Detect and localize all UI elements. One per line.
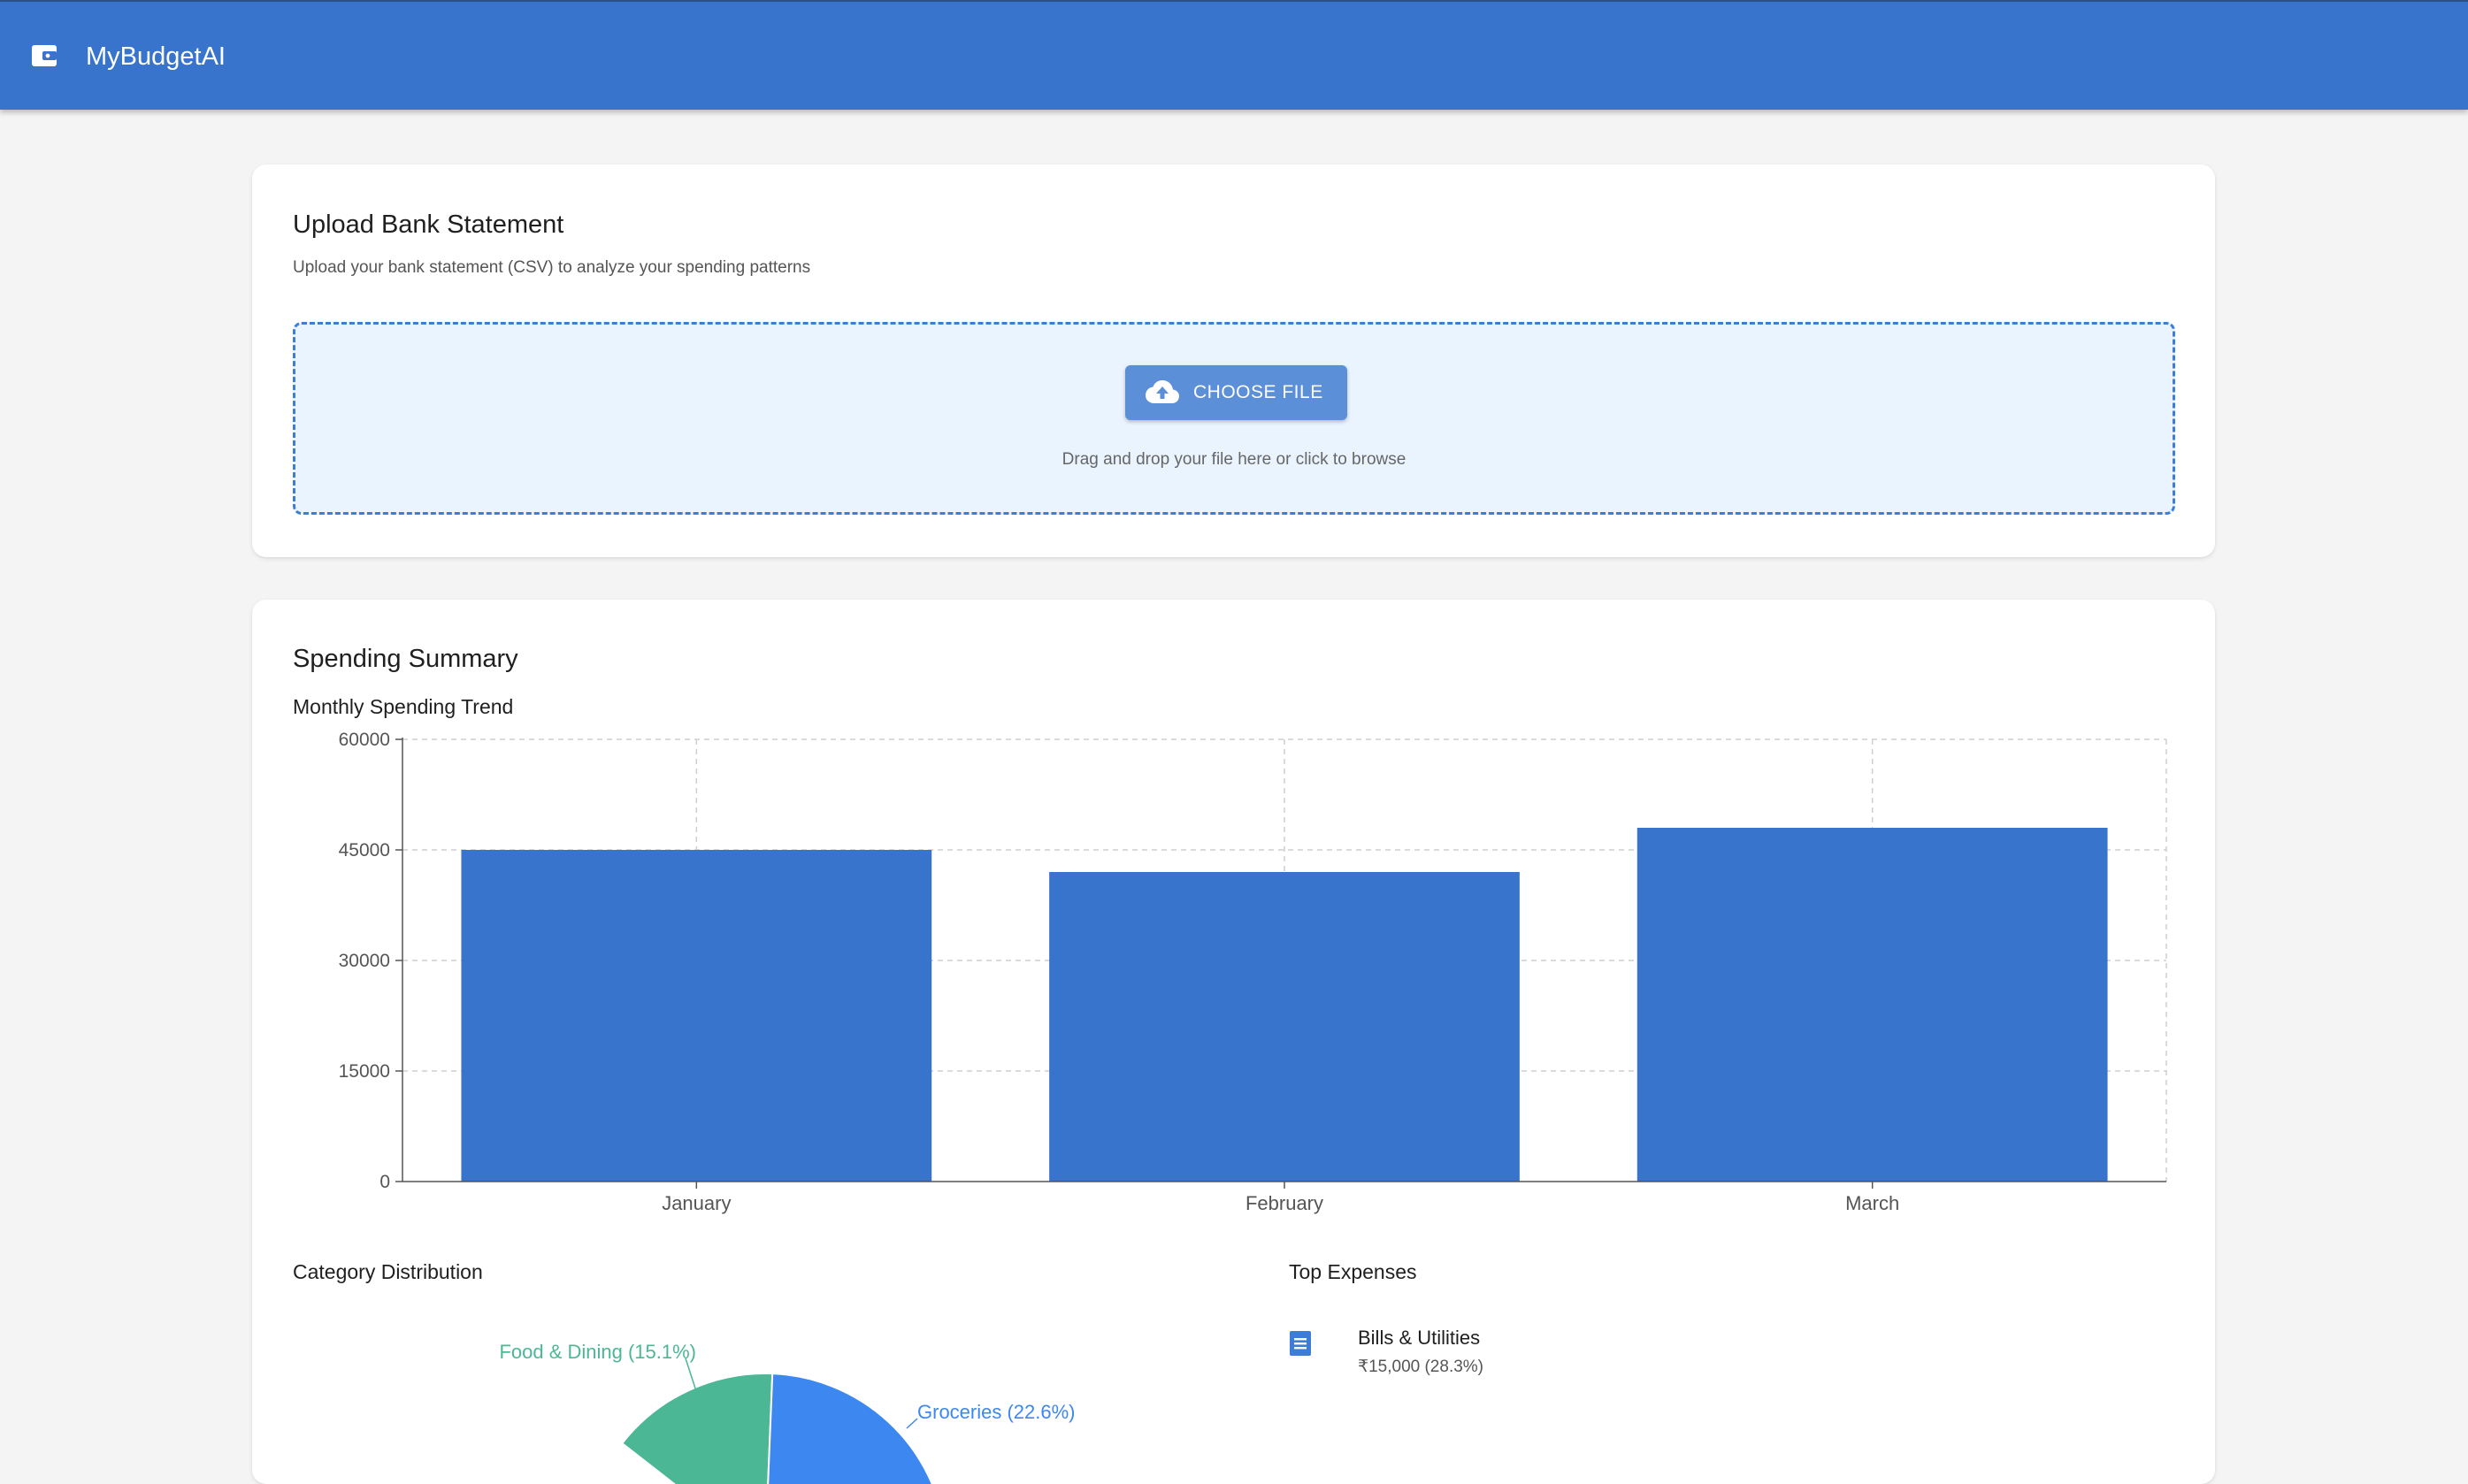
spending-summary-card: Spending Summary Monthly Spending Trend … xyxy=(252,600,2215,1484)
bar-february xyxy=(1049,872,1520,1182)
top-expense-item[interactable]: Bills & Utilities ₹15,000 (28.3%) xyxy=(1289,1327,1997,1388)
category-distribution-title: Category Distribution xyxy=(293,1260,483,1283)
wallet-icon[interactable] xyxy=(31,44,57,67)
pie-label-groceries: Groceries (22.6%) xyxy=(917,1401,1076,1423)
expense-amount: ₹15,000 (28.3%) xyxy=(1358,1358,1484,1376)
expense-name: Bills & Utilities xyxy=(1358,1327,1481,1349)
file-dropzone[interactable]: CHOOSE FILE Drag and drop your file here… xyxy=(293,322,2175,515)
bar-january xyxy=(461,850,932,1182)
x-tick-label: January xyxy=(662,1192,731,1214)
choose-file-label: CHOOSE FILE xyxy=(1193,382,1323,402)
y-tick-label: 60000 xyxy=(339,730,390,750)
y-tick-label: 45000 xyxy=(339,840,390,861)
bar-march xyxy=(1636,828,2108,1182)
choose-file-button[interactable]: CHOOSE FILE xyxy=(1125,365,1347,420)
app-title: MyBudgetAI xyxy=(86,42,226,71)
dropzone-hint: Drag and drop your file here or click to… xyxy=(1062,450,1406,469)
y-tick-label: 15000 xyxy=(339,1061,390,1082)
y-tick-label: 0 xyxy=(379,1172,390,1192)
receipt-icon xyxy=(1290,1331,1311,1356)
upload-subtitle: Upload your bank statement (CSV) to anal… xyxy=(293,258,811,277)
upload-card: Upload Bank Statement Upload your bank s… xyxy=(252,164,2215,557)
app-bar: MyBudgetAI xyxy=(0,0,2468,110)
y-tick-label: 30000 xyxy=(339,951,390,971)
pie-leader-line xyxy=(906,1418,918,1429)
top-expenses-title: Top Expenses xyxy=(1289,1260,1417,1283)
pie-label-food-dining: Food & Dining (15.1%) xyxy=(499,1341,696,1363)
x-tick-label: February xyxy=(1245,1192,1323,1214)
upload-title: Upload Bank Statement xyxy=(293,210,564,239)
cloud-upload-icon xyxy=(1146,380,1179,403)
x-tick-label: March xyxy=(1845,1192,1899,1214)
